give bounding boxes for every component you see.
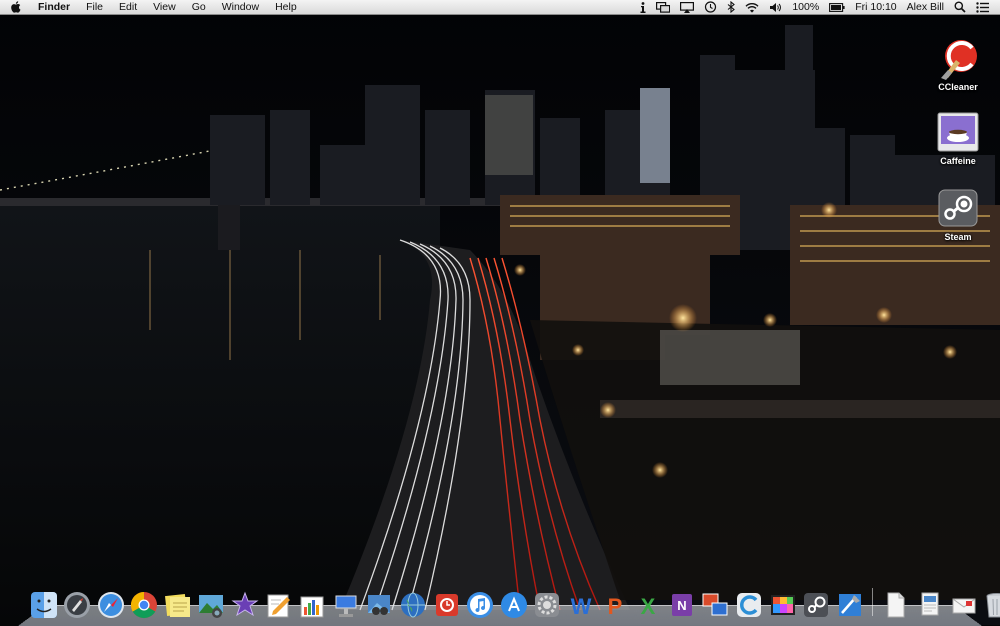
dock-excel-icon[interactable]: X bbox=[633, 589, 664, 620]
svg-text:W: W bbox=[571, 594, 592, 619]
caffeine-icon bbox=[936, 110, 980, 154]
dock-system-preferences-icon[interactable] bbox=[532, 589, 563, 620]
dock-preview-icon[interactable] bbox=[364, 589, 395, 620]
desktop-icon-label: Steam bbox=[944, 232, 972, 242]
dock-steam-icon[interactable] bbox=[801, 589, 832, 620]
menu-help[interactable]: Help bbox=[267, 0, 305, 15]
battery-icon[interactable] bbox=[824, 0, 850, 15]
dock-finder-icon[interactable] bbox=[28, 589, 59, 620]
dock-separator bbox=[871, 588, 873, 616]
steam-icon bbox=[936, 186, 980, 230]
dock-downloads-stack-icon[interactable] bbox=[914, 589, 945, 620]
dock: W P X N bbox=[28, 584, 1000, 620]
dock-ccleaner-icon[interactable] bbox=[733, 589, 764, 620]
notification-center-icon[interactable] bbox=[971, 0, 994, 15]
ccleaner-icon bbox=[936, 36, 980, 80]
info-icon[interactable] bbox=[635, 0, 651, 15]
menu-view[interactable]: View bbox=[145, 0, 184, 15]
wifi-icon[interactable] bbox=[740, 0, 764, 15]
svg-text:P: P bbox=[607, 594, 622, 619]
bluetooth-icon[interactable] bbox=[722, 0, 740, 15]
dock-keynote-icon[interactable] bbox=[330, 589, 361, 620]
desktop-wallpaper bbox=[0, 0, 1000, 625]
desktop-icon-caffeine[interactable]: Caffeine bbox=[926, 110, 990, 166]
dock-pages-icon[interactable] bbox=[263, 589, 294, 620]
dock-iphoto-icon[interactable] bbox=[196, 589, 227, 620]
dock-chrome-icon[interactable] bbox=[129, 589, 160, 620]
dock-network-icon[interactable] bbox=[398, 589, 429, 620]
dock-photobooth-icon[interactable] bbox=[431, 589, 462, 620]
apple-menu-icon[interactable] bbox=[10, 1, 24, 13]
dock-document-stack-icon[interactable] bbox=[881, 589, 912, 620]
battery-percentage[interactable]: 100% bbox=[787, 0, 824, 15]
desktop-icon-label: Caffeine bbox=[940, 156, 976, 166]
airplay-icon[interactable] bbox=[675, 0, 699, 15]
desktop-icon-label: CCleaner bbox=[938, 82, 978, 92]
dock-trash-icon[interactable] bbox=[982, 589, 1000, 620]
dock-numbers-icon[interactable] bbox=[297, 589, 328, 620]
dock-stickies-icon[interactable] bbox=[162, 589, 193, 620]
menu-window[interactable]: Window bbox=[214, 0, 267, 15]
dock-launchpad-icon[interactable] bbox=[62, 589, 93, 620]
menu-go[interactable]: Go bbox=[184, 0, 214, 15]
desktop-icon-ccleaner[interactable]: CCleaner bbox=[926, 36, 990, 92]
dock-app-store-icon[interactable] bbox=[498, 589, 529, 620]
dock-final-cut-icon[interactable] bbox=[767, 589, 798, 620]
dock-mail-stack-icon[interactable] bbox=[948, 589, 979, 620]
dock-onenote-icon[interactable]: N bbox=[666, 589, 697, 620]
dock-powerpoint-icon[interactable]: P bbox=[599, 589, 630, 620]
menu-file[interactable]: File bbox=[78, 0, 111, 15]
app-menu-finder[interactable]: Finder bbox=[34, 0, 78, 15]
dock-safari-icon[interactable] bbox=[95, 589, 126, 620]
dock-word-icon[interactable]: W bbox=[566, 589, 597, 620]
display-mirror-icon[interactable] bbox=[651, 0, 675, 15]
dock-xcode-icon[interactable] bbox=[834, 589, 865, 620]
dock-remote-desktop-icon[interactable] bbox=[700, 589, 731, 620]
volume-icon[interactable] bbox=[764, 0, 787, 15]
menu-edit[interactable]: Edit bbox=[111, 0, 145, 15]
dock-imovie-icon[interactable] bbox=[230, 589, 261, 620]
spotlight-icon[interactable] bbox=[949, 0, 971, 15]
desktop-icon-steam[interactable]: Steam bbox=[926, 186, 990, 242]
svg-text:N: N bbox=[677, 598, 686, 613]
time-machine-icon[interactable] bbox=[699, 0, 722, 15]
user-name[interactable]: Alex Bill bbox=[902, 0, 949, 15]
dock-itunes-icon[interactable] bbox=[465, 589, 496, 620]
menu-bar: Finder File Edit View Go Window Help 100… bbox=[0, 0, 1000, 15]
svg-text:X: X bbox=[641, 594, 656, 619]
clock[interactable]: Fri 10:10 bbox=[850, 0, 901, 15]
